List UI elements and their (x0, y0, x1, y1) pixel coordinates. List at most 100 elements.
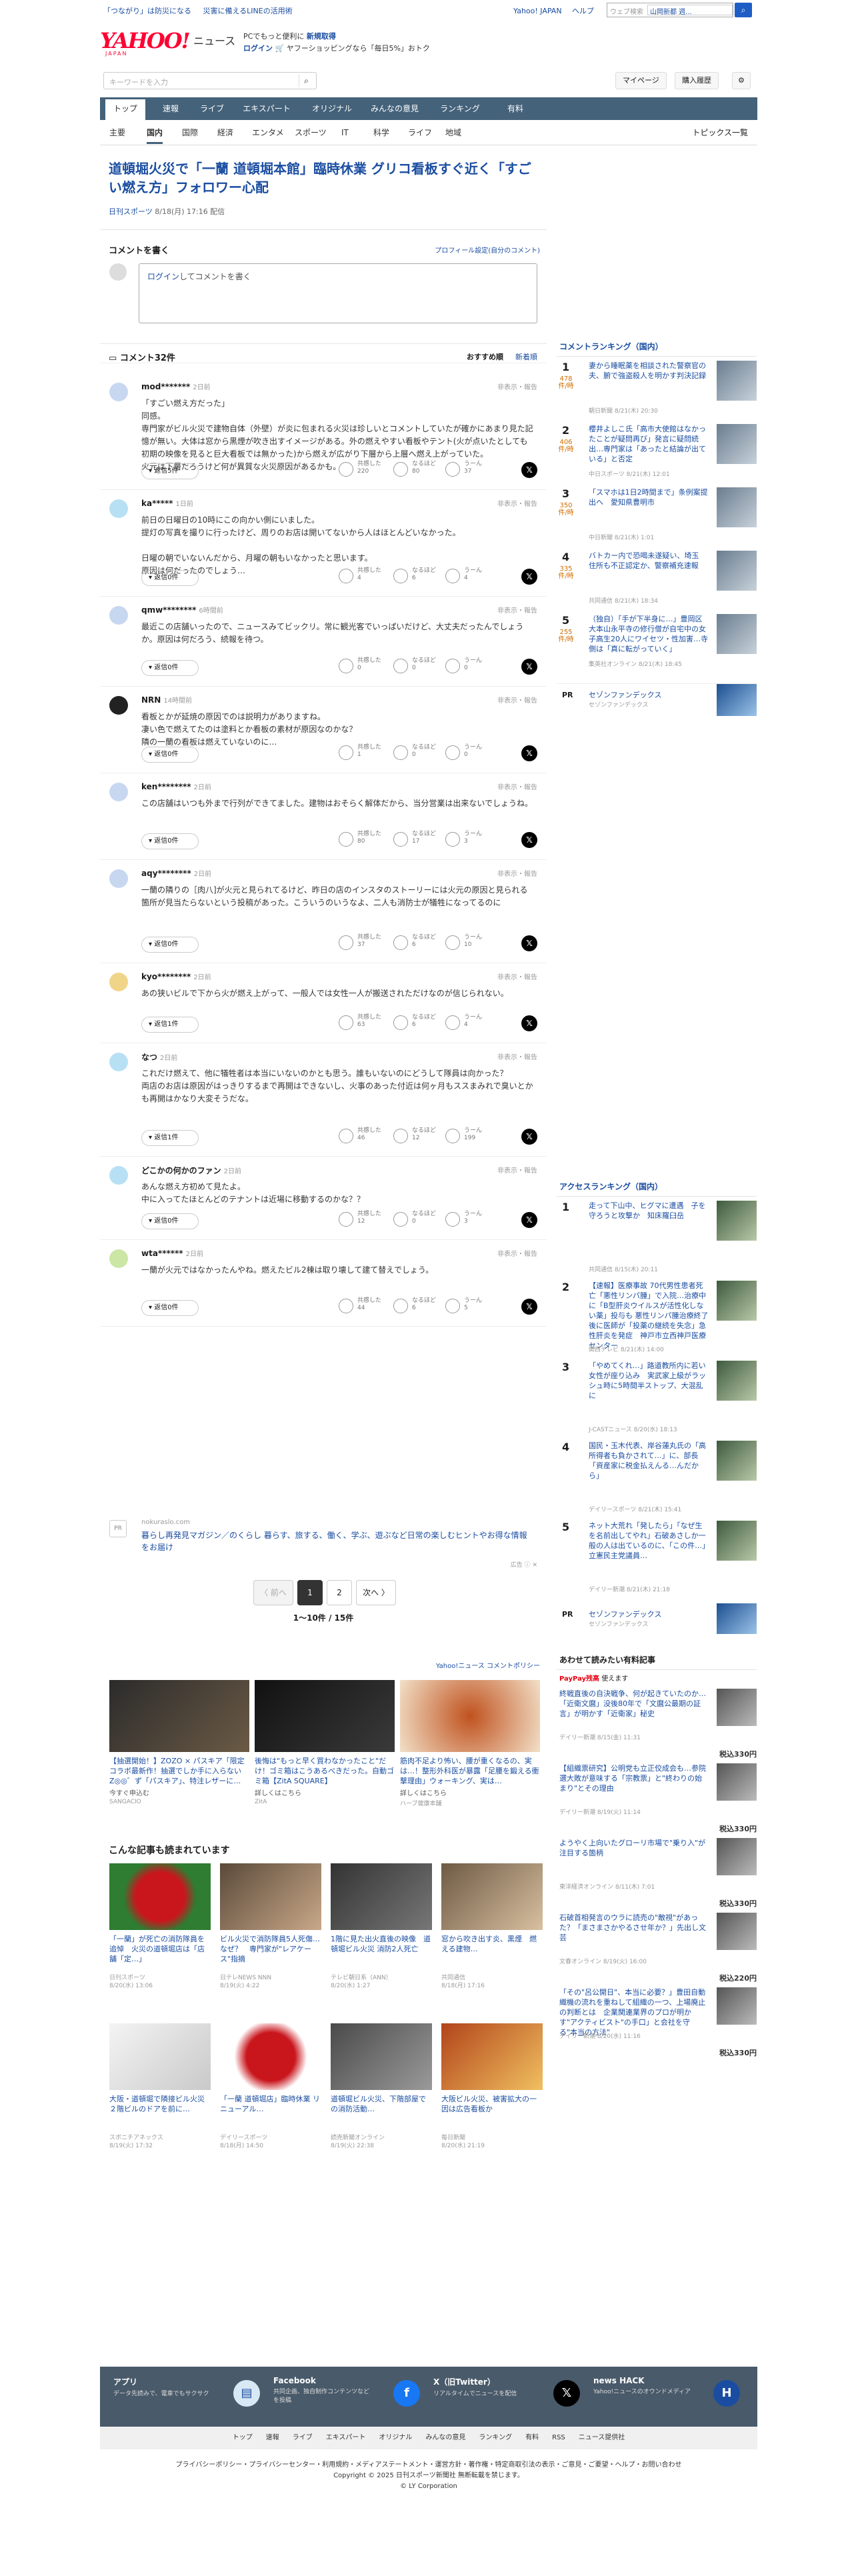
comment-report-link[interactable]: 非表示・報告 (497, 381, 537, 391)
avatar[interactable] (109, 1249, 128, 1268)
purchase-history-button[interactable]: 購入履歴 (675, 72, 719, 89)
reaction-r1-button[interactable]: 共感した 44 (339, 1297, 385, 1316)
footer-app-card[interactable]: news HACK Yahoo!ニュースのオウンドメディア H (593, 2376, 740, 2407)
sort-newest[interactable]: 新着順 (515, 351, 537, 362)
comment-user[interactable]: NRN 14時間前 (141, 695, 192, 705)
reaction-r2-button[interactable]: なるほど 6 (393, 1014, 440, 1033)
x-share-icon[interactable]: 𝕏 (521, 1299, 537, 1315)
reaction-r3-button[interactable]: うーん 4 (445, 567, 492, 586)
reaction-r3-button[interactable]: うーん 5 (445, 1297, 492, 1316)
reply-toggle-button[interactable]: ▾ 返信0件 (141, 570, 199, 586)
paid-article-item[interactable]: ようやく上向いたグローリ市場で"乗り入"が注目する箇柄 東洋経済オンライン 8/1… (557, 1838, 757, 1910)
newshack-icon[interactable]: H (713, 2380, 740, 2407)
reply-toggle-button[interactable]: ▾ 返信0件 (141, 660, 199, 676)
related-article[interactable]: 「一蘭」が死亡の消防隊員を追悼 火災の道頓堀店は「店舗「定…」 日刊スポーツ 8/2… (109, 1863, 211, 1990)
comment-login-link[interactable]: ログイン (147, 272, 179, 281)
avatar[interactable] (109, 869, 128, 888)
pager-page-1[interactable]: 1 (297, 1580, 323, 1605)
ad-card-1-cta[interactable]: 今すぐ申込む (109, 1787, 249, 1797)
footer-nav-link[interactable]: トップ (233, 2434, 253, 2441)
avatar[interactable] (109, 1053, 128, 1071)
comment-ranking-item[interactable]: 1 478 件/時 妻から睡眠薬を相談された警察官の夫、腑で強盗殺人を明かす判決記録朝… (557, 361, 757, 421)
comment-report-link[interactable]: 非表示・報告 (497, 781, 537, 791)
signup-link[interactable]: 新規取得 (307, 32, 336, 41)
comment-username[interactable]: wta****** (141, 1249, 183, 1258)
comment-user[interactable]: mod******* 2日前 (141, 381, 211, 391)
access-ranking-item[interactable]: 1 走って下山中、ヒグマに遭遇 子を守ろうと攻撃か 知床羅臼岳 共同通信 8/15(… (557, 1201, 757, 1277)
comment-report-link[interactable]: 非表示・報告 (497, 695, 537, 705)
reply-toggle-button[interactable]: ▾ 返信5件 (141, 463, 199, 479)
reaction-r3-button[interactable]: うーん 0 (445, 744, 492, 763)
related-article[interactable]: 大阪・道頓堀で隣接ビル火災 ２階ビルのドアを前に… スポニチアネックス 8/19(火… (109, 2023, 211, 2150)
sort-recommended[interactable]: おすすめ順 (467, 351, 503, 362)
comment-user[interactable]: なつ 2日前 (141, 1051, 177, 1063)
category-tab-6[interactable]: IT (341, 127, 349, 144)
mypage-button[interactable]: マイページ (615, 72, 667, 89)
comment-report-link[interactable]: 非表示・報告 (497, 868, 537, 878)
x-share-icon[interactable]: 𝕏 (521, 569, 537, 585)
category-tab-5[interactable]: スポーツ (295, 127, 327, 144)
reaction-r2-button[interactable]: なるほど 0 (393, 657, 440, 676)
reply-toggle-button[interactable]: ▾ 返信0件 (141, 747, 199, 763)
nav-tab-0[interactable]: トップ (105, 97, 145, 120)
comment-policy-link[interactable]: Yahoo!ニュース コメントポリシー (436, 1660, 540, 1670)
comment-username[interactable]: aqy******** (141, 869, 191, 878)
category-tab-4[interactable]: エンタメ (252, 127, 284, 144)
reply-toggle-button[interactable]: ▾ 返信0件 (141, 937, 199, 953)
shopping-promo[interactable]: 🛒 ヤフーショッピングなら「毎日5%」おトク (275, 44, 430, 53)
facebook-icon[interactable]: f (393, 2380, 420, 2407)
avatar[interactable] (109, 783, 128, 801)
paid-article-item[interactable]: 石破首相発言のウラに読売の"敵視"があった？「まさまさかやるさせ年か？」先出し文… (557, 1913, 757, 1985)
top-web-search-select[interactable]: 山岡新都 週... (647, 5, 733, 16)
related-article[interactable]: 「一蘭 道頓堀店」臨時休業 リニューアル… デイリースポーツ 8/18(月) 14:… (220, 2023, 321, 2150)
related-article[interactable]: 1階に見た出火直後の映像 道頓堀ビル火災 消防2人死亡 テレビ朝日系（ANN） 8/… (331, 1863, 432, 1990)
avatar[interactable] (109, 383, 128, 401)
category-tab-8[interactable]: ライフ (408, 127, 432, 144)
reaction-r2-button[interactable]: なるほど 0 (393, 744, 440, 763)
footer-app-card[interactable]: Facebook 共同企画、独自制作コンテンツなどを投稿 f (273, 2376, 420, 2407)
reply-toggle-button[interactable]: ▾ 返信1件 (141, 1017, 199, 1033)
ad-card-3-cta[interactable]: 詳しくはこちら (400, 1787, 540, 1797)
reaction-r2-button[interactable]: なるほど 12 (393, 1127, 440, 1146)
x-share-icon[interactable]: 𝕏 (521, 1015, 537, 1031)
reaction-r3-button[interactable]: うーん 3 (445, 1211, 492, 1229)
reaction-r2-button[interactable]: なるほど 80 (393, 461, 440, 479)
reaction-r1-button[interactable]: 共感した 37 (339, 934, 385, 953)
yahoo-japan-link[interactable]: Yahoo! JAPAN (513, 7, 562, 15)
comment-ranking-pr[interactable]: PR セゾンファンデックス セゾンファンデックス (557, 683, 757, 730)
reaction-r1-button[interactable]: 共感した 4 (339, 567, 385, 586)
comment-username[interactable]: mod******* (141, 382, 190, 391)
search-icon[interactable]: ⌕ (299, 74, 313, 87)
nav-tab-5[interactable]: みんなの意見 (365, 97, 424, 120)
settings-button[interactable]: ⚙ (732, 72, 751, 89)
reply-toggle-button[interactable]: ▾ 返信1件 (141, 1130, 199, 1146)
category-tab-1[interactable]: 国内 (147, 127, 163, 144)
x-share-icon[interactable]: 𝕏 (521, 1129, 537, 1145)
ad-card-2-cta[interactable]: 詳しくはこちら (255, 1787, 395, 1797)
article-source[interactable]: 日刊スポーツ (109, 207, 153, 216)
footer-nav-link[interactable]: RSS (552, 2434, 565, 2441)
x-share-icon[interactable]: 𝕏 (521, 745, 537, 761)
related-article[interactable]: ビル火災で消防隊員5人死傷…なぜ？ 専門家が"レアケース"指摘 日テレNEWS N… (220, 1863, 321, 1990)
footer-nav-link[interactable]: オリジナル (379, 2434, 412, 2441)
reaction-r2-button[interactable]: なるほど 17 (393, 831, 440, 849)
reaction-r3-button[interactable]: うーん 0 (445, 657, 492, 676)
reaction-r1-button[interactable]: 共感した 46 (339, 1127, 385, 1146)
avatar[interactable] (109, 973, 128, 991)
comment-report-link[interactable]: 非表示・報告 (497, 1051, 537, 1061)
x-share-icon[interactable]: 𝕏 (521, 832, 537, 848)
comment-username[interactable]: どこかの何かのファン (141, 1166, 221, 1175)
footer-nav-link[interactable]: エキスパート (326, 2434, 366, 2441)
reaction-r3-button[interactable]: うーん 4 (445, 1014, 492, 1033)
ad-title[interactable]: 暮らし再発見マガジン／のくらし 暮らす、旅する、働く、学ぶ、遊ぶなど日常の楽しむ… (141, 1529, 535, 1553)
paid-article-item[interactable]: 【組織票研究】公明党も立正佼成会も…参院選大敗が意味する「宗教票」と"終わりの始… (557, 1763, 757, 1835)
app-icon[interactable]: ▤ (233, 2380, 260, 2407)
comment-user[interactable]: ken******** 2日前 (141, 781, 211, 791)
reaction-r1-button[interactable]: 共感した 63 (339, 1014, 385, 1033)
reaction-r2-button[interactable]: なるほど 0 (393, 1211, 440, 1229)
comment-report-link[interactable]: 非表示・報告 (497, 1165, 537, 1175)
comment-username[interactable]: NRN (141, 695, 161, 705)
x-share-icon[interactable]: 𝕏 (521, 659, 537, 675)
related-article[interactable]: 窓から吹き出す炎、黒煙 燃える建物… 共同通信 8/18(月) 17:16 (441, 1863, 543, 1990)
footer-nav-link[interactable]: 有料 (525, 2434, 539, 2441)
